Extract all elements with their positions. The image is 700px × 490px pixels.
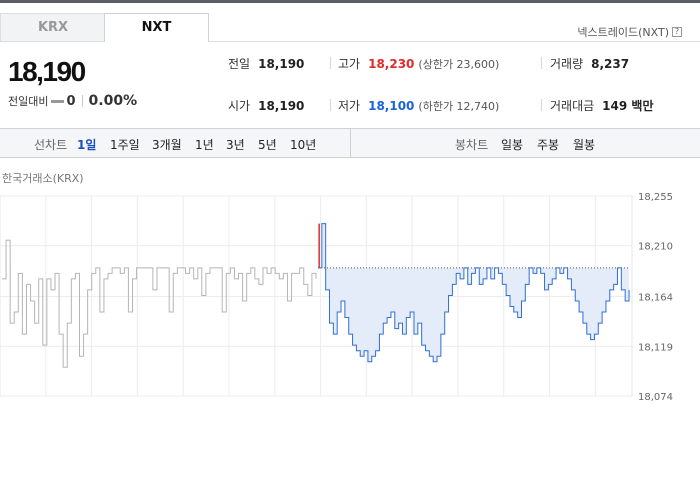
y-tick-label: 18,074 <box>638 392 673 403</box>
y-tick-label: 18,255 <box>638 192 673 203</box>
y-tick-label: 18,119 <box>638 342 673 353</box>
plot-frame <box>0 195 633 397</box>
intraday-chart: 18,255 18,210 18,164 18,119 18,074 <box>0 192 673 403</box>
y-tick-label: 18,210 <box>638 242 673 253</box>
series-line-krx <box>2 239 317 368</box>
y-tick-label: 18,164 <box>638 293 673 304</box>
series-area-nxt <box>318 223 629 362</box>
